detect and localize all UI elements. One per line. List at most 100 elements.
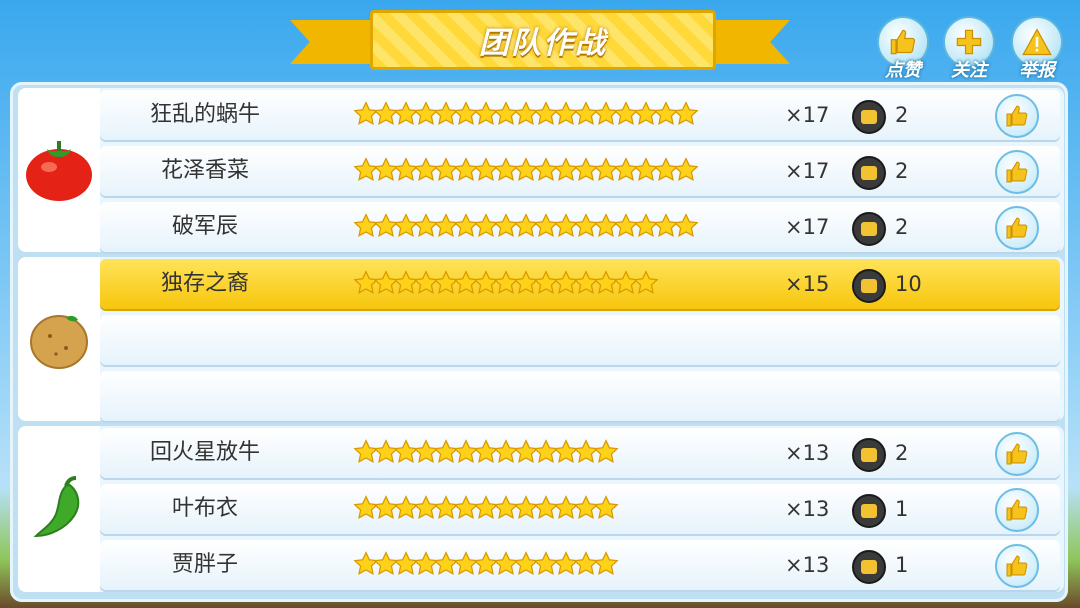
star-icon xyxy=(573,155,599,187)
star-icon xyxy=(513,549,539,581)
star-rating xyxy=(353,437,619,469)
star-icon xyxy=(433,437,459,469)
star-icon xyxy=(513,211,539,243)
star-icon xyxy=(353,211,379,243)
player-row: 花泽香菜 ×17 2 xyxy=(100,146,1060,196)
thumbs-up-icon xyxy=(1006,105,1028,127)
coin-count: 2 xyxy=(895,215,909,239)
star-icon xyxy=(533,99,559,131)
title-banner: 团队作战 xyxy=(290,6,790,72)
star-icon xyxy=(573,268,599,300)
star-icon xyxy=(393,549,419,581)
like-top-button[interactable]: 点赞 xyxy=(876,16,930,81)
coin-count: 2 xyxy=(895,103,909,127)
star-icon xyxy=(573,437,599,469)
star-icon xyxy=(453,155,479,187)
follow-top-label: 关注 xyxy=(951,60,987,81)
star-icon xyxy=(513,155,539,187)
star-icon xyxy=(613,268,639,300)
star-icon xyxy=(673,99,699,131)
coin-count: 2 xyxy=(895,159,909,183)
star-icon xyxy=(673,155,699,187)
star-icon xyxy=(633,99,659,131)
star-icon xyxy=(493,99,519,131)
star-icon xyxy=(373,437,399,469)
team-group-potato: 独存之裔 ×15 10 xyxy=(18,257,1064,421)
like-top-label: 点赞 xyxy=(885,60,921,81)
like-button[interactable] xyxy=(995,150,1039,194)
star-icon xyxy=(353,493,379,525)
star-icon xyxy=(553,549,579,581)
star-multiplier: ×13 xyxy=(785,441,830,465)
star-rating xyxy=(353,211,699,243)
star-icon xyxy=(393,211,419,243)
star-icon xyxy=(493,211,519,243)
star-icon xyxy=(373,268,399,300)
player-row: 狂乱的蜗牛 ×17 2 xyxy=(100,90,1060,140)
player-name: 破军辰 xyxy=(171,214,238,239)
star-icon xyxy=(493,549,519,581)
player-row-highlighted: 独存之裔 ×15 10 xyxy=(100,259,1060,309)
star-multiplier: ×15 xyxy=(785,272,830,296)
like-button[interactable] xyxy=(995,432,1039,476)
team-group-pepper: 回火星放牛 ×13 2 叶布衣 ×13 1 贾胖子 ×13 1 xyxy=(18,426,1064,592)
star-icon xyxy=(573,549,599,581)
star-icon xyxy=(653,211,679,243)
empty-row xyxy=(100,315,1060,365)
star-icon xyxy=(553,437,579,469)
star-icon xyxy=(353,268,379,300)
star-icon xyxy=(533,437,559,469)
follow-top-button[interactable]: 关注 xyxy=(942,16,996,81)
star-rating xyxy=(353,549,619,581)
player-row: 回火星放牛 ×13 2 xyxy=(100,428,1060,478)
like-button[interactable] xyxy=(995,206,1039,250)
star-icon xyxy=(393,155,419,187)
star-rating xyxy=(353,493,619,525)
star-rating xyxy=(353,155,699,187)
star-icon xyxy=(533,211,559,243)
star-icon xyxy=(473,99,499,131)
star-icon xyxy=(473,155,499,187)
coin-icon xyxy=(852,100,886,134)
star-icon xyxy=(413,549,439,581)
player-name: 回火星放牛 xyxy=(149,440,260,465)
star-icon xyxy=(593,437,619,469)
tomato-icon xyxy=(18,88,100,252)
thumbs-up-icon xyxy=(1006,217,1028,239)
star-icon xyxy=(633,211,659,243)
star-icon xyxy=(373,155,399,187)
star-icon xyxy=(473,437,499,469)
star-icon xyxy=(433,493,459,525)
star-icon xyxy=(393,437,419,469)
player-name: 叶布衣 xyxy=(171,496,238,521)
star-icon xyxy=(513,437,539,469)
star-icon xyxy=(433,211,459,243)
star-icon xyxy=(353,155,379,187)
thumbs-up-icon xyxy=(1006,161,1028,183)
star-icon xyxy=(633,155,659,187)
star-icon xyxy=(533,493,559,525)
player-row: 叶布衣 ×13 1 xyxy=(100,484,1060,534)
player-row: 贾胖子 ×13 1 xyxy=(100,540,1060,590)
star-icon xyxy=(513,493,539,525)
star-icon xyxy=(413,437,439,469)
page-title: 团队作战 xyxy=(479,26,607,61)
star-icon xyxy=(613,155,639,187)
player-name: 贾胖子 xyxy=(171,552,238,577)
star-multiplier: ×17 xyxy=(785,159,830,183)
star-icon xyxy=(413,211,439,243)
star-icon xyxy=(673,211,699,243)
like-button[interactable] xyxy=(995,488,1039,532)
like-button[interactable] xyxy=(995,544,1039,588)
star-icon xyxy=(553,155,579,187)
banner-center: 团队作战 xyxy=(370,10,716,70)
coin-icon xyxy=(852,438,886,472)
like-button[interactable] xyxy=(995,94,1039,138)
star-multiplier: ×13 xyxy=(785,497,830,521)
report-top-button[interactable]: 举报 xyxy=(1010,16,1064,81)
star-icon xyxy=(473,493,499,525)
star-icon xyxy=(593,155,619,187)
star-icon xyxy=(573,99,599,131)
star-icon xyxy=(433,549,459,581)
star-icon xyxy=(413,493,439,525)
